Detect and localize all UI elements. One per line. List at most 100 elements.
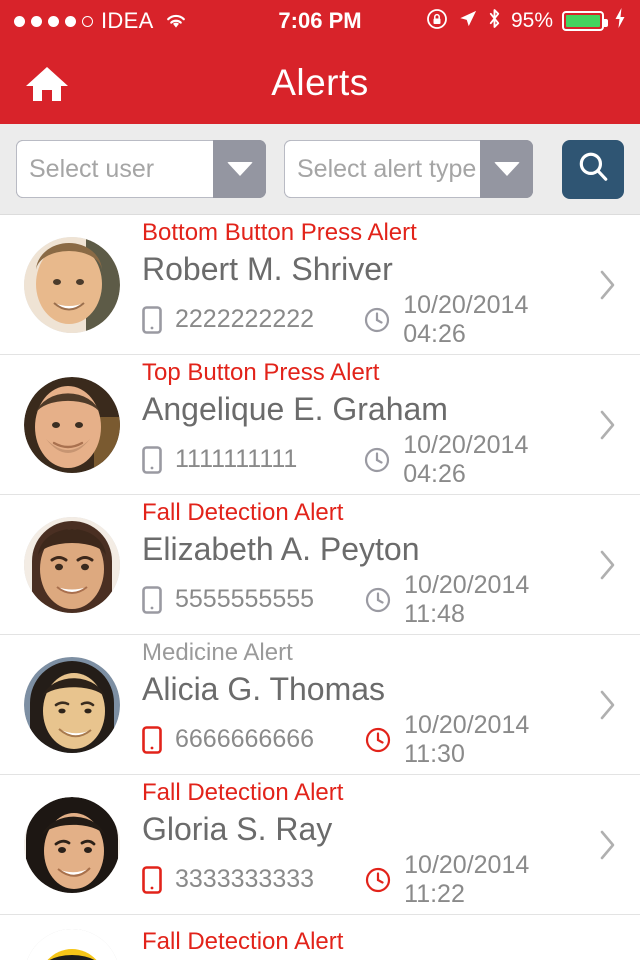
phone-icon: [142, 725, 162, 754]
battery-percent-label: 95%: [510, 9, 553, 32]
avatar: [24, 656, 120, 753]
signal-dot-5: [82, 15, 93, 27]
wifi-icon: [164, 12, 188, 30]
search-icon: [576, 150, 610, 189]
alert-details: Fall Detection Alert Gloria S. Ray 33333…: [142, 779, 590, 909]
rotation-lock-icon: [426, 8, 448, 35]
filter-bar: Select user Select alert type: [0, 124, 640, 215]
alert-type-label: Bottom Button Press Alert: [142, 219, 417, 247]
timestamp-group: 10/20/2014 11:22: [365, 851, 590, 909]
alert-details: Bottom Button Press Alert Robert M. Shri…: [142, 219, 590, 349]
alert-details: Fall Detection Alert: [142, 928, 590, 960]
avatar: [24, 796, 120, 893]
location-arrow-icon: [457, 8, 478, 34]
phone-number: 3333333333: [175, 865, 315, 894]
alert-timestamp: 10/20/2014 11:22: [404, 850, 530, 908]
phone-number: 5555555555: [175, 585, 315, 614]
phone-number-group: 1111111111: [142, 445, 364, 474]
battery-icon: [562, 11, 608, 31]
phone-number: 1111111111: [175, 445, 298, 474]
timestamp-group: 10/20/2014 11:30: [365, 711, 590, 769]
search-button[interactable]: [562, 139, 624, 199]
alert-meta: 5555555555 10/20/2014 11:48: [142, 571, 590, 629]
person-name: Gloria S. Ray: [142, 811, 333, 847]
phone-icon: [142, 585, 162, 614]
select-user-value[interactable]: Select user: [16, 140, 213, 198]
select-user-dropdown[interactable]: Select user: [16, 140, 266, 198]
bluetooth-icon: [487, 8, 502, 34]
clock-icon: [365, 867, 391, 893]
page-title: Alerts: [271, 62, 369, 103]
clock-icon: [365, 727, 391, 753]
phone-number: 2222222222: [175, 305, 315, 334]
timestamp-group: 10/20/2014 04:26: [364, 291, 590, 349]
select-user-chevron-down-icon[interactable]: [213, 140, 266, 198]
timestamp-group: 10/20/2014 11:48: [365, 571, 590, 629]
phone-number: 6666666666: [175, 725, 315, 754]
alerts-list[interactable]: Bottom Button Press Alert Robert M. Shri…: [0, 215, 640, 960]
chevron-right-icon[interactable]: [590, 548, 624, 582]
chevron-right-icon[interactable]: [590, 688, 624, 722]
alert-timestamp: 10/20/2014 11:30: [404, 710, 530, 768]
avatar: [24, 236, 120, 333]
phone-number-group: 3333333333: [142, 865, 365, 894]
alert-list-item[interactable]: Fall Detection Alert: [0, 915, 640, 960]
signal-dot-3: [48, 15, 59, 27]
person-name: Angelique E. Graham: [142, 391, 448, 427]
alert-timestamp: 10/20/2014 04:26: [403, 430, 529, 488]
avatar: [24, 516, 120, 613]
phone-icon: [142, 445, 162, 474]
alert-meta: 3333333333 10/20/2014 11:22: [142, 851, 590, 909]
lightning-bolt-icon: [614, 7, 626, 35]
alert-meta: 1111111111 10/20/2014 04:26: [142, 431, 590, 489]
phone-number-group: 6666666666: [142, 725, 365, 754]
hamburger-menu-icon[interactable]: [560, 63, 616, 104]
home-button[interactable]: [24, 63, 70, 103]
clock-icon: [364, 307, 390, 333]
select-alert-type-value[interactable]: Select alert type: [284, 140, 480, 198]
avatar: [24, 929, 120, 960]
phone-number-group: 5555555555: [142, 585, 365, 614]
alert-type-label: Fall Detection Alert: [142, 499, 344, 527]
select-alert-type-chevron-down-icon[interactable]: [480, 140, 533, 198]
clock-icon: [365, 587, 391, 613]
alert-meta: 2222222222 10/20/2014 04:26: [142, 291, 590, 349]
home-icon: [24, 63, 70, 103]
alert-type-label: Medicine Alert: [142, 639, 293, 667]
signal-dot-1: [14, 15, 25, 27]
alert-meta: 6666666666 10/20/2014 11:30: [142, 711, 590, 769]
alert-details: Medicine Alert Alicia G. Thomas 66666666…: [142, 639, 590, 769]
select-alert-type-dropdown[interactable]: Select alert type: [284, 140, 533, 198]
alert-timestamp: 10/20/2014 04:26: [403, 290, 529, 348]
phone-icon: [142, 305, 162, 334]
status-bar: IDEA 7:06 PM 95%: [0, 0, 640, 42]
avatar: [24, 376, 120, 473]
alert-type-label: Top Button Press Alert: [142, 359, 380, 387]
alert-list-item[interactable]: Fall Detection Alert Gloria S. Ray 33333…: [0, 775, 640, 915]
status-bar-left: IDEA: [14, 8, 188, 34]
app-screen: IDEA 7:06 PM 95% Alerts Select user Sele…: [0, 0, 640, 960]
signal-strength-dots: [14, 15, 93, 27]
person-name: Elizabeth A. Peyton: [142, 531, 420, 567]
chevron-right-icon[interactable]: [590, 408, 624, 442]
alert-type-label: Fall Detection Alert: [142, 928, 344, 955]
phone-icon: [142, 865, 162, 894]
status-bar-right: 95%: [426, 7, 626, 35]
chevron-right-icon[interactable]: [590, 268, 624, 302]
person-name: Alicia G. Thomas: [142, 671, 386, 707]
person-name: Robert M. Shriver: [142, 251, 393, 287]
alert-timestamp: 10/20/2014 11:48: [404, 570, 530, 628]
navigation-bar: Alerts: [0, 42, 640, 124]
phone-number-group: 2222222222: [142, 305, 364, 334]
chevron-right-icon[interactable]: [590, 828, 624, 862]
alert-list-item[interactable]: Fall Detection Alert Elizabeth A. Peyton…: [0, 495, 640, 635]
alert-list-item[interactable]: Top Button Press Alert Angelique E. Grah…: [0, 355, 640, 495]
alert-details: Top Button Press Alert Angelique E. Grah…: [142, 359, 590, 489]
carrier-label: IDEA: [101, 8, 154, 33]
alert-list-item[interactable]: Bottom Button Press Alert Robert M. Shri…: [0, 215, 640, 355]
signal-dot-4: [65, 15, 76, 27]
signal-dot-2: [31, 15, 42, 27]
alert-details: Fall Detection Alert Elizabeth A. Peyton…: [142, 499, 590, 629]
alert-list-item[interactable]: Medicine Alert Alicia G. Thomas 66666666…: [0, 635, 640, 775]
alert-type-label: Fall Detection Alert: [142, 779, 344, 807]
